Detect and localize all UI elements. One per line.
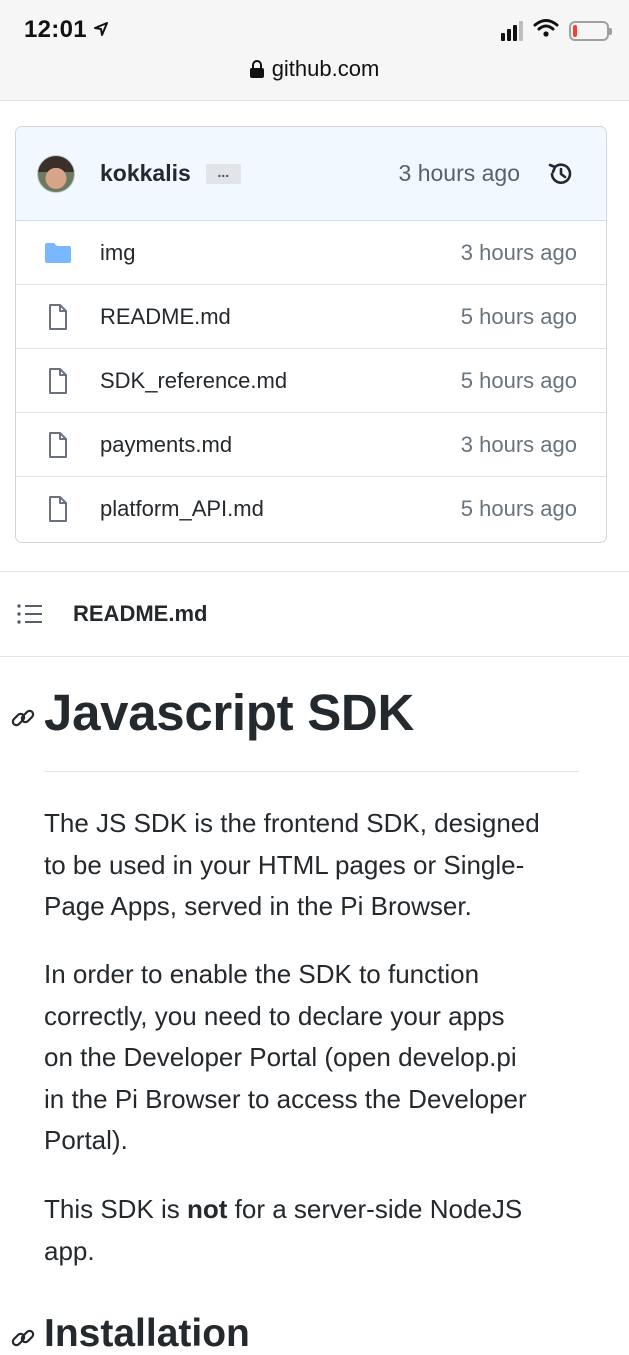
readme-title: README.md	[73, 601, 208, 626]
address-bar[interactable]: github.com	[0, 56, 629, 82]
avatar[interactable]	[37, 154, 75, 193]
paragraph-line: This SDK is not for a server-side NodeJS	[44, 1189, 584, 1231]
file-row-sdk-reference[interactable]: SDK_reference.md 5 hours ago	[16, 349, 606, 413]
commit-author[interactable]: kokkalis	[100, 160, 191, 187]
heading-javascript-sdk: Javascript SDK	[44, 684, 414, 741]
url-text: github.com	[271, 56, 380, 81]
text-run: This SDK is	[44, 1194, 188, 1224]
folder-icon	[42, 240, 74, 266]
text-run: for a server-side NodeJS	[227, 1194, 523, 1224]
file-icon	[42, 367, 74, 394]
paragraph-line: Portal).	[44, 1125, 128, 1155]
battery-icon	[569, 20, 612, 41]
paragraph-line: correctly, you need to declare your apps	[44, 1000, 505, 1031]
file-age: 5 hours ago	[460, 496, 577, 521]
bold-text: not	[187, 1194, 228, 1224]
file-name[interactable]: platform_API.md	[100, 496, 264, 522]
commit-message-toggle-button[interactable]: ...	[205, 163, 241, 184]
paragraph-line: In order to enable the SDK to function	[44, 959, 480, 989]
paragraph-not-nodejs: This SDK is not for a server-side NodeJS…	[44, 1189, 584, 1272]
status-time-text: 12:01	[24, 16, 87, 43]
wifi-icon	[533, 18, 559, 43]
file-age: 5 hours ago	[460, 367, 577, 393]
file-name[interactable]: img	[100, 240, 135, 266]
latest-commit-row: kokkalis ... 3 hours ago	[16, 127, 606, 221]
file-age: 5 hours ago	[460, 303, 577, 329]
status-icons	[501, 18, 612, 43]
file-icon	[42, 496, 74, 522]
browser-top-bar: 12:01 github.com	[0, 0, 629, 101]
file-row-platform-api[interactable]: platform_API.md 5 hours ago	[16, 477, 606, 541]
file-icon	[42, 431, 74, 458]
file-name[interactable]: payments.md	[100, 432, 232, 458]
file-row-img[interactable]: img 3 hours ago	[16, 221, 606, 285]
paragraph-line: The JS SDK is the frontend SDK, designed	[44, 808, 540, 838]
paragraph-intro: The JS SDK is the frontend SDK, designed…	[44, 803, 584, 928]
table-of-contents-icon[interactable]	[16, 602, 44, 626]
link-anchor-icon[interactable]	[10, 705, 36, 731]
file-name[interactable]: SDK_reference.md	[100, 368, 287, 394]
lock-icon	[249, 60, 264, 78]
link-anchor-icon[interactable]	[10, 1325, 36, 1351]
file-name[interactable]: README.md	[100, 304, 231, 330]
history-icon[interactable]	[546, 159, 576, 189]
file-icon	[42, 303, 74, 330]
status-time: 12:01	[24, 16, 109, 44]
file-age: 3 hours ago	[460, 431, 577, 457]
commit-time[interactable]: 3 hours ago	[399, 160, 520, 187]
file-list: kokkalis ... 3 hours ago img 3 hours ago…	[15, 126, 607, 543]
paragraph-line: in the Pi Browser to access the Develope…	[44, 1083, 527, 1114]
cellular-signal-icon	[501, 20, 523, 41]
paragraph-developer-portal: In order to enable the SDK to function c…	[44, 954, 584, 1162]
file-row-payments[interactable]: payments.md 3 hours ago	[16, 413, 606, 477]
heading-installation: Installation	[44, 1312, 250, 1355]
file-row-readme[interactable]: README.md 5 hours ago	[16, 285, 606, 349]
paragraph-line: Page Apps, served in the Pi Browser.	[44, 891, 472, 921]
location-arrow-icon	[93, 16, 109, 44]
paragraph-line: to be used in your HTML pages or Single-	[44, 849, 525, 880]
file-age: 3 hours ago	[460, 239, 577, 265]
heading-divider	[44, 771, 579, 772]
paragraph-line: on the Developer Portal (open develop.pi	[44, 1042, 517, 1072]
readme-header: README.md	[0, 571, 629, 657]
paragraph-line: app.	[44, 1235, 95, 1266]
